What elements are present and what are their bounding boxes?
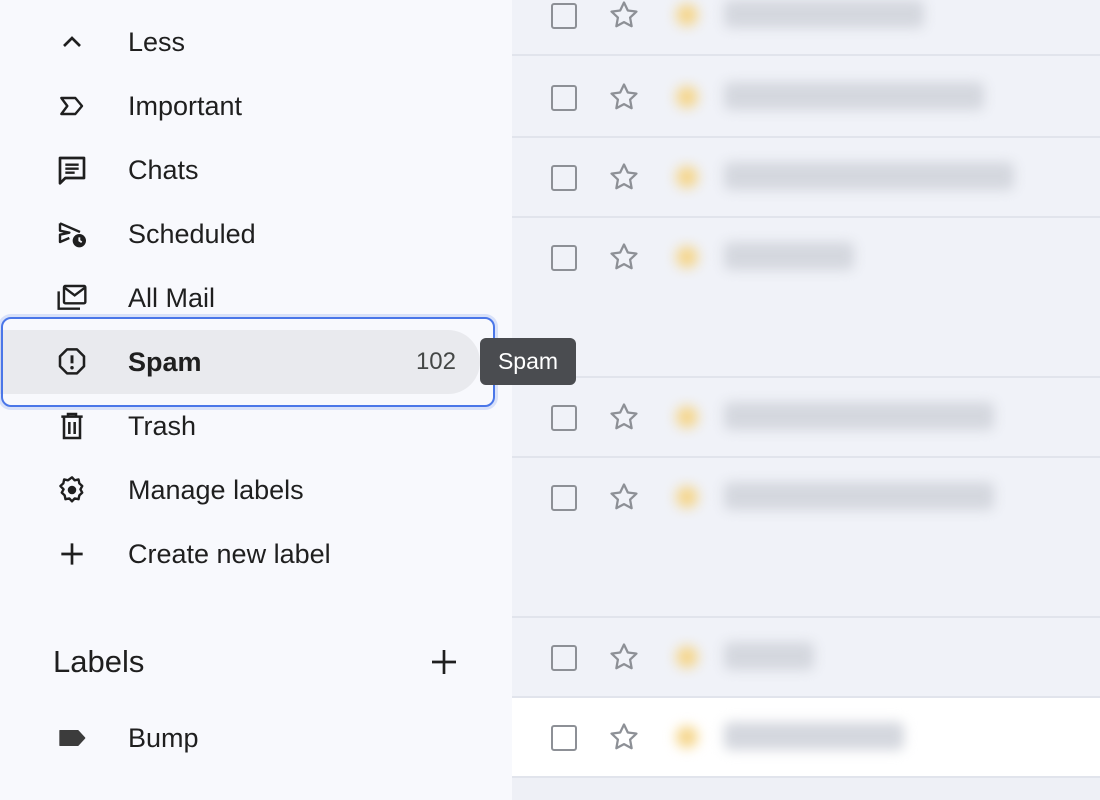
row-checkbox[interactable] xyxy=(551,85,577,111)
sidebar-item-label: Spam xyxy=(128,347,202,377)
blurred-content xyxy=(662,378,1050,458)
row-checkbox[interactable] xyxy=(551,725,577,751)
star-icon[interactable] xyxy=(607,720,641,754)
row-checkbox[interactable] xyxy=(551,405,577,431)
sidebar-item-label: All Mail xyxy=(128,283,216,313)
row-checkbox[interactable] xyxy=(551,165,577,191)
gear-icon xyxy=(52,474,92,506)
table-row[interactable] xyxy=(512,218,1100,378)
row-checkbox[interactable] xyxy=(551,245,577,271)
labels-section-header: Labels xyxy=(53,644,145,679)
sidebar-item-label: Create new label xyxy=(128,539,331,569)
star-icon[interactable] xyxy=(607,400,641,434)
sidebar-item-all-mail[interactable]: All Mail xyxy=(0,266,480,330)
blurred-content xyxy=(662,218,1050,298)
sidebar-item-label: Bump xyxy=(128,723,199,753)
sidebar-item-manage-labels[interactable]: Manage labels xyxy=(0,458,480,522)
sidebar-item-scheduled[interactable]: Scheduled xyxy=(0,202,480,266)
unread-count: 102 xyxy=(415,348,456,375)
star-icon[interactable] xyxy=(607,160,641,194)
chevron-up-icon xyxy=(52,26,92,58)
sidebar-item-label: Scheduled xyxy=(128,219,256,249)
trash-icon xyxy=(52,410,92,442)
email-list xyxy=(512,0,1100,800)
list-bottom-space xyxy=(512,778,1100,800)
sidebar-label-bump[interactable]: Bump xyxy=(0,706,480,770)
star-icon[interactable] xyxy=(607,640,641,674)
table-row[interactable] xyxy=(512,698,1100,778)
row-checkbox[interactable] xyxy=(551,485,577,511)
blurred-content xyxy=(662,618,1050,698)
table-row[interactable] xyxy=(512,58,1100,138)
add-label-icon[interactable] xyxy=(424,642,464,682)
chat-icon xyxy=(52,154,92,186)
star-icon[interactable] xyxy=(607,240,641,274)
sidebar-item-chats[interactable]: Chats xyxy=(0,138,480,202)
table-row[interactable] xyxy=(512,458,1100,618)
spam-icon xyxy=(52,346,92,378)
table-row[interactable] xyxy=(512,618,1100,698)
blurred-content xyxy=(662,698,1050,778)
plus-icon xyxy=(52,538,92,570)
table-row[interactable] xyxy=(512,378,1100,458)
tooltip-spam: Spam xyxy=(480,338,576,385)
schedule-send-icon xyxy=(52,218,92,250)
sidebar-item-create-new-label[interactable]: Create new label xyxy=(0,522,480,586)
sidebar-item-label: Chats xyxy=(128,155,199,185)
star-icon[interactable] xyxy=(607,480,641,514)
sidebar-item-label: Less xyxy=(128,27,186,57)
sidebar-item-important[interactable]: Important xyxy=(0,74,480,138)
all-mail-icon xyxy=(52,282,92,314)
sidebar-item-label: Important xyxy=(128,91,243,121)
sidebar-item-spam[interactable]: Spam 102 xyxy=(0,330,480,394)
star-icon[interactable] xyxy=(607,0,641,32)
row-checkbox[interactable] xyxy=(551,3,577,29)
label-important-icon xyxy=(52,90,92,122)
blurred-content xyxy=(662,138,1050,218)
star-icon[interactable] xyxy=(607,80,641,114)
sidebar-item-label: Trash xyxy=(128,411,197,441)
row-checkbox[interactable] xyxy=(551,645,577,671)
sidebar-item-less[interactable]: Less xyxy=(0,10,480,74)
sidebar: Less Important Chats Scheduled All Mail … xyxy=(0,0,512,800)
blurred-content xyxy=(662,0,1050,56)
sidebar-item-label: Manage labels xyxy=(128,475,304,505)
table-row[interactable] xyxy=(512,138,1100,218)
sidebar-item-trash[interactable]: Trash xyxy=(0,394,480,458)
blurred-content xyxy=(662,58,1050,138)
table-row[interactable] xyxy=(512,0,1100,56)
label-icon xyxy=(52,722,92,754)
blurred-content xyxy=(662,458,1050,538)
